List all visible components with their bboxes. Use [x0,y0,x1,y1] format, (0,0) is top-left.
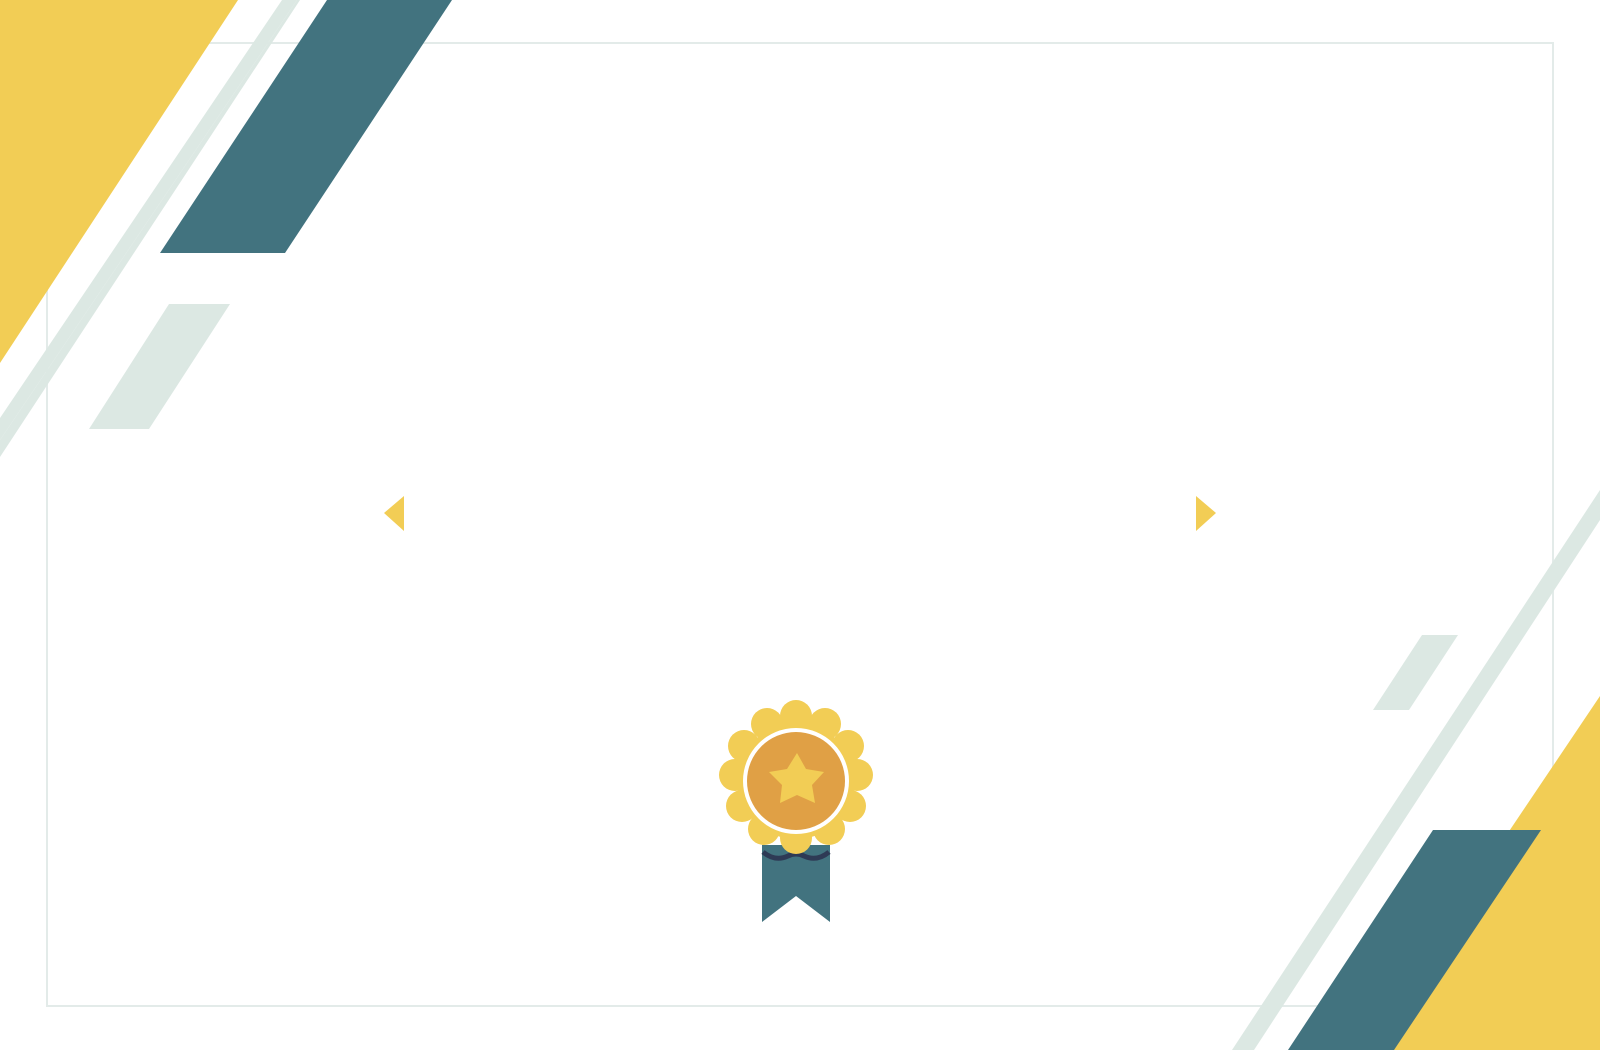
decor-mint-block-top-left [89,304,230,429]
caret-left-icon [384,496,404,531]
certificate-canvas [0,0,1600,1050]
award-medal-icon [719,700,873,922]
certificate-background [0,0,1600,1050]
decor-mint-block-bottom-right [1373,635,1458,710]
caret-right-icon [1196,496,1216,531]
